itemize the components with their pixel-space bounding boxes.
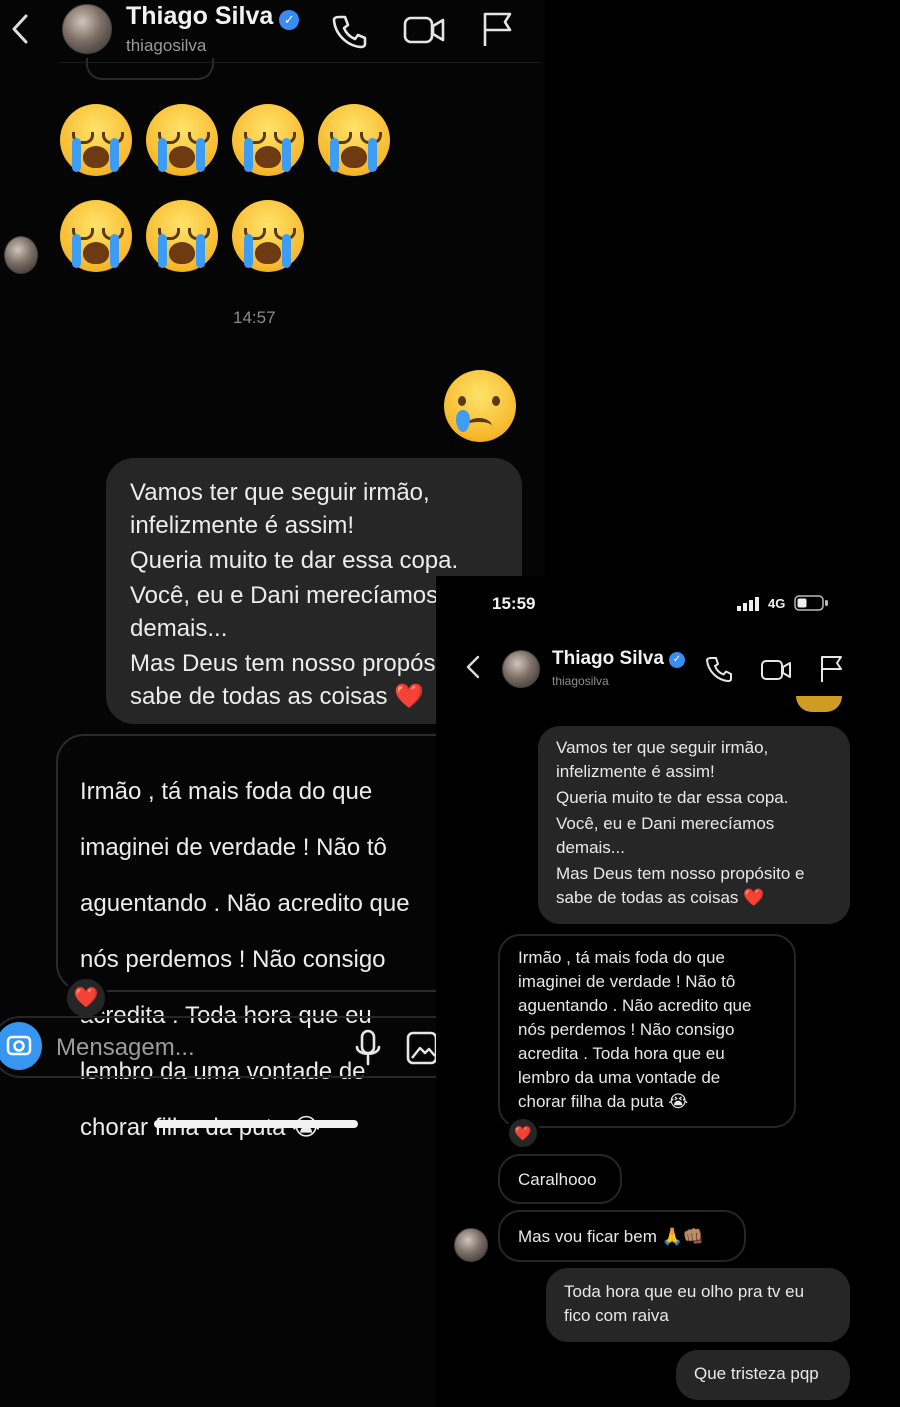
message-line: sabe de todas as coisas ❤️ (556, 888, 765, 907)
verified-badge-icon: ✓ (279, 9, 300, 30)
message-line: Vamos ter que seguir irmão, (556, 738, 769, 757)
report-flag-icon[interactable] (480, 10, 516, 48)
message-line: nós perdemos ! Não consigo (518, 1020, 735, 1039)
message-line: demais... (556, 838, 625, 857)
received-message-bubble[interactable]: Mas vou ficar bem 🙏👊🏽 (498, 1210, 746, 1262)
sent-message-bubble[interactable]: Vamos ter que seguir irmão, infelizmente… (538, 726, 850, 924)
status-time: 15:59 (492, 594, 536, 613)
message-line: chorar filha da puta 😭 (518, 1092, 689, 1111)
message-line: fico com raiva (564, 1306, 669, 1325)
message-line: nós perdemos ! Não consigo (80, 946, 386, 973)
home-indicator (154, 1120, 358, 1128)
contact-avatar[interactable] (62, 4, 112, 54)
contact-name: Thiago Silva (552, 648, 664, 669)
message-line: Você, eu e Dani merecíamos (556, 814, 775, 833)
received-message-bubble[interactable]: Irmão , tá mais foda do que imaginei de … (498, 934, 796, 1128)
message-line: Irmão , tá mais foda do que (80, 778, 373, 805)
message-line: aguentando . Não acredito que (518, 996, 752, 1015)
camera-icon (6, 1035, 32, 1056)
crying-face-icon (146, 200, 218, 272)
message-line: chorar filha da puta 😭 (80, 1114, 320, 1141)
crying-face-icon (146, 104, 218, 176)
report-flag-icon[interactable] (818, 654, 846, 684)
signal-strength-icon (737, 597, 759, 611)
phone-call-icon[interactable] (704, 654, 734, 684)
message-text: Mas vou ficar bem 🙏👊🏽 (518, 1227, 704, 1246)
contact-name-row[interactable]: Thiago Silva ✓ (126, 2, 300, 31)
back-chevron-icon[interactable] (8, 12, 32, 46)
heart-reaction-badge[interactable]: ❤️ (64, 976, 108, 1020)
message-line: Vamos ter que seguir irmão, (130, 479, 430, 506)
received-message-bubble[interactable]: Irmão , tá mais foda do que imaginei de … (56, 734, 496, 1141)
message-line: Queria muito te dar essa copa. (556, 788, 789, 807)
contact-avatar[interactable] (502, 650, 540, 688)
sent-message-bubble[interactable]: Que tristeza pqp (676, 1350, 850, 1400)
contact-username: thiagosilva (126, 36, 207, 55)
message-line: aguentando . Não acredito que (80, 890, 410, 917)
microphone-icon[interactable] (352, 1028, 384, 1068)
sad-tear-face-icon[interactable] (444, 370, 516, 442)
message-text: Caralhooo (518, 1170, 597, 1189)
crying-face-icon (60, 104, 132, 176)
crying-face-icon (232, 104, 304, 176)
camera-button[interactable] (0, 1022, 42, 1070)
message-line: imaginei de verdade ! Não tô (518, 972, 736, 991)
received-message-bubble[interactable]: Caralhooo (498, 1154, 622, 1204)
back-chevron-icon[interactable] (464, 654, 482, 680)
crying-face-icon (318, 104, 390, 176)
message-line: infelizmente é assim! (130, 512, 355, 539)
message-line: Mas Deus tem nosso propósito e (556, 864, 805, 883)
message-line: imaginei de verdade ! Não tô (80, 834, 387, 861)
message-text: Que tristeza pqp (694, 1364, 819, 1383)
previous-message-edge (86, 58, 214, 80)
phone-call-icon[interactable] (330, 12, 368, 50)
sender-avatar[interactable] (454, 1228, 488, 1262)
crying-face-icon (232, 200, 304, 272)
message-timestamp: 14:57 (233, 308, 276, 327)
right-chat-screenshot: 15:59 4G Thiago Silva ✓ thiagosilva Vamos… (436, 576, 900, 1407)
battery-icon (794, 595, 828, 611)
emoji-message[interactable] (58, 100, 398, 280)
crying-face-icon (60, 200, 132, 272)
message-line: lembro da uma vontade de (518, 1068, 721, 1087)
contact-name: Thiago Silva (126, 2, 274, 30)
message-input-placeholder[interactable]: Mensagem... (56, 1034, 195, 1062)
message-line: Queria muito te dar essa copa. (130, 547, 459, 574)
verified-badge-icon: ✓ (668, 651, 685, 668)
heart-reaction-badge[interactable]: ❤️ (506, 1116, 540, 1150)
previous-emoji-edge (796, 696, 842, 712)
contact-username: thiagosilva (552, 674, 609, 688)
message-line: Irmão , tá mais foda do que (518, 948, 725, 967)
contact-name-row[interactable]: Thiago Silva ✓ (552, 648, 685, 670)
message-line: infelizmente é assim! (556, 762, 715, 781)
gallery-icon[interactable] (404, 1028, 440, 1068)
video-call-icon[interactable] (402, 12, 446, 48)
message-line: acredita . Toda hora que eu (518, 1044, 725, 1063)
network-type: 4G (768, 596, 786, 611)
sent-message-bubble[interactable]: Toda hora que eu olho pra tv eu fico com… (546, 1268, 850, 1342)
sender-avatar[interactable] (4, 236, 38, 274)
message-line: Toda hora que eu olho pra tv eu (564, 1282, 805, 1301)
video-call-icon[interactable] (760, 656, 792, 684)
